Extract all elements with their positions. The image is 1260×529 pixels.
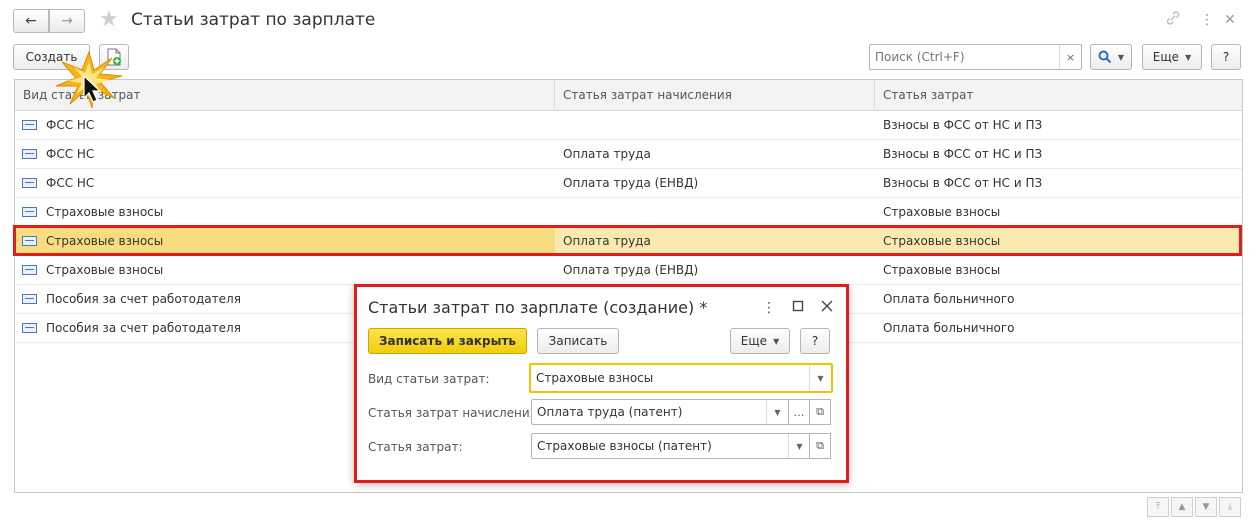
field-label-accrual: Статья затрат начисления:: [368, 406, 541, 420]
favorite-star-icon[interactable]: ★: [99, 8, 119, 32]
more-button-label: Еще: [1152, 50, 1180, 64]
scroll-up-button[interactable]: ▲: [1171, 497, 1193, 517]
dialog-menu-icon[interactable]: ⋮: [762, 299, 776, 317]
catalog-item-icon: [22, 207, 37, 217]
dialog-more-button[interactable]: Еще ▼: [730, 328, 790, 354]
catalog-item-icon: [22, 178, 37, 188]
forward-button[interactable]: →: [49, 9, 85, 33]
cell-kind: Страховые взносы: [46, 205, 164, 219]
search-options-button[interactable]: ▼: [1090, 44, 1132, 70]
catalog-item-icon: [22, 120, 37, 130]
chevron-down-icon: ▼: [1185, 52, 1192, 62]
catalog-item-icon: [22, 149, 37, 159]
save-and-close-button[interactable]: Записать и закрыть: [368, 328, 527, 354]
table-row[interactable]: ФСС НС Оплата труда Взносы в ФСС от НС и П…: [15, 140, 1242, 169]
column-header-accrual[interactable]: Статья затрат начисления: [555, 80, 875, 110]
link-icon[interactable]: [1165, 10, 1181, 32]
catalog-item-icon: [22, 265, 37, 275]
table-row[interactable]: Страховые взносы Страховые взносы: [15, 198, 1242, 227]
selected-row-highlight: [13, 225, 1242, 256]
cell-cost: Страховые взносы: [883, 205, 1001, 219]
cell-kind: ФСС НС: [46, 147, 95, 161]
cell-kind: Страховые взносы: [46, 263, 164, 277]
cell-cost: Страховые взносы: [883, 263, 1001, 277]
dropdown-arrow-icon[interactable]: ▼: [788, 434, 810, 458]
dropdown-arrow-icon[interactable]: ▼: [809, 365, 831, 391]
table-header: Вид статьи затрат Статья затрат начислен…: [15, 80, 1242, 111]
field-label-kind: Вид статьи затрат:: [368, 372, 490, 386]
cell-cost: Оплата больничного: [883, 292, 1015, 306]
accrual-field[interactable]: Оплата труда (патент) ▼: [531, 399, 789, 425]
cell-accrual: Оплата труда: [563, 147, 651, 161]
field-label-cost: Статья затрат:: [368, 440, 463, 454]
menu-icon[interactable]: ⋮: [1200, 10, 1214, 30]
search-box[interactable]: ×: [869, 44, 1082, 70]
dialog-more-label: Еще: [740, 334, 768, 348]
table-row[interactable]: Страховые взносы Оплата труда (ЕНВД) Страх…: [15, 256, 1242, 285]
search-clear-button[interactable]: ×: [1059, 45, 1081, 69]
cost-value: Страховые взносы (патент): [537, 439, 712, 453]
cell-accrual: Оплата труда (ЕНВД): [563, 263, 699, 277]
catalog-item-icon: [22, 294, 37, 304]
cell-cost: Оплата больничного: [883, 321, 1015, 335]
select-ellipsis-button[interactable]: …: [788, 399, 810, 425]
open-item-icon[interactable]: ⧉: [809, 399, 831, 425]
back-button[interactable]: ←: [13, 9, 49, 33]
more-button[interactable]: Еще ▼: [1142, 44, 1202, 70]
search-input[interactable]: [870, 45, 1058, 69]
arrow-right-icon: →: [61, 13, 73, 29]
create-dialog: Статьи затрат по зарплате (создание) * ⋮…: [354, 284, 849, 483]
dialog-help-button[interactable]: ?: [800, 328, 830, 354]
accrual-value: Оплата труда (патент): [537, 405, 683, 419]
scroll-bottom-button[interactable]: ⤓: [1219, 497, 1241, 517]
arrow-left-icon: ←: [25, 13, 37, 29]
save-button[interactable]: Записать: [537, 328, 619, 354]
cell-accrual: Оплата труда (ЕНВД): [563, 176, 699, 190]
dialog-title: Статьи затрат по зарплате (создание) *: [368, 298, 708, 317]
catalog-item-icon: [22, 323, 37, 333]
chevron-down-icon: ▼: [1117, 52, 1125, 62]
search-icon: [1098, 50, 1112, 64]
dropdown-arrow-icon[interactable]: ▼: [766, 400, 788, 424]
cell-kind: ФСС НС: [46, 176, 95, 190]
cell-cost: Взносы в ФСС от НС и ПЗ: [883, 176, 1043, 190]
kind-field[interactable]: Страховые взносы ▼: [529, 363, 833, 393]
open-item-icon[interactable]: ⧉: [809, 433, 831, 459]
maximize-icon[interactable]: [792, 299, 804, 317]
column-header-cost[interactable]: Статья затрат: [875, 80, 1242, 110]
cost-field[interactable]: Страховые взносы (патент) ▼: [531, 433, 811, 459]
table-row[interactable]: ФСС НС Взносы в ФСС от НС и ПЗ: [15, 111, 1242, 140]
scroll-down-button[interactable]: ▼: [1195, 497, 1217, 517]
chevron-down-icon: ▼: [773, 336, 780, 346]
mouse-cursor-icon: [83, 74, 102, 103]
page-title: Статьи затрат по зарплате: [131, 10, 376, 30]
table-row[interactable]: ФСС НС Оплата труда (ЕНВД) Взносы в ФСС от…: [15, 169, 1242, 198]
scroll-top-button[interactable]: ⤒: [1147, 497, 1169, 517]
kind-value: Страховые взносы: [536, 371, 654, 385]
help-button[interactable]: ?: [1211, 44, 1241, 70]
dialog-close-icon[interactable]: [821, 299, 833, 317]
cell-cost: Взносы в ФСС от НС и ПЗ: [883, 118, 1043, 132]
cell-accrual: [563, 111, 875, 139]
cell-accrual: [563, 198, 875, 226]
cell-kind: ФСС НС: [46, 118, 95, 132]
close-icon[interactable]: ✕: [1224, 10, 1236, 30]
cell-cost: Взносы в ФСС от НС и ПЗ: [883, 147, 1043, 161]
